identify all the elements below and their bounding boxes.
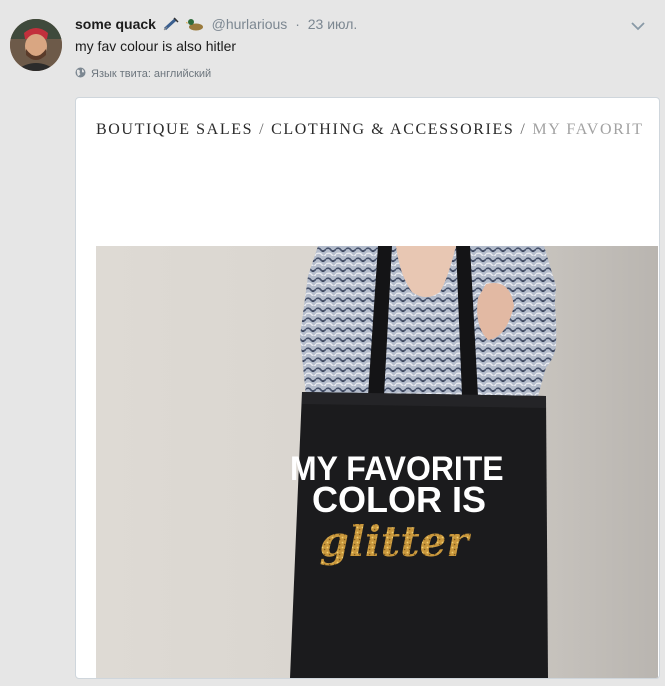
bag-text-line3: glitter: [320, 517, 472, 566]
tweet-language: Язык твита: английский: [75, 67, 211, 81]
breadcrumb-separator: /: [520, 121, 527, 138]
user-handle[interactable]: @hurlarious: [212, 16, 288, 32]
breadcrumb-item: CLOTHING & ACCESSORIES: [271, 121, 515, 138]
timestamp[interactable]: 23 июл.: [308, 16, 358, 32]
breadcrumb-item: BOUTIQUE SALES: [96, 121, 254, 138]
globe-icon: [75, 67, 86, 81]
display-name[interactable]: some quack: [75, 16, 156, 32]
chevron-down-icon[interactable]: [631, 18, 645, 31]
avatar[interactable]: [10, 19, 62, 71]
breadcrumb: BOUTIQUE SALES / CLOTHING & ACCESSORIES / MY…: [96, 121, 644, 139]
syringe-icon: [163, 17, 179, 34]
duck-icon: [184, 17, 204, 34]
breadcrumb-item: MY FAVORIT: [532, 121, 644, 138]
tweet-header: some quack @hurlarious · 23 июл.: [75, 16, 645, 36]
card-image[interactable]: MY FAVORITE COLOR IS glitter: [96, 246, 658, 678]
link-card[interactable]: BOUTIQUE SALES / CLOTHING & ACCESSORIES / MY…: [75, 97, 660, 679]
bag-text-line2: COLOR IS: [312, 479, 486, 520]
tweet: some quack @hurlarious · 23 июл. my fav …: [0, 0, 665, 686]
separator-dot: ·: [295, 16, 300, 32]
tweet-text: my fav colour is also hitler: [75, 38, 237, 54]
language-label: Язык твита: английский: [91, 68, 212, 80]
breadcrumb-separator: /: [259, 121, 266, 138]
